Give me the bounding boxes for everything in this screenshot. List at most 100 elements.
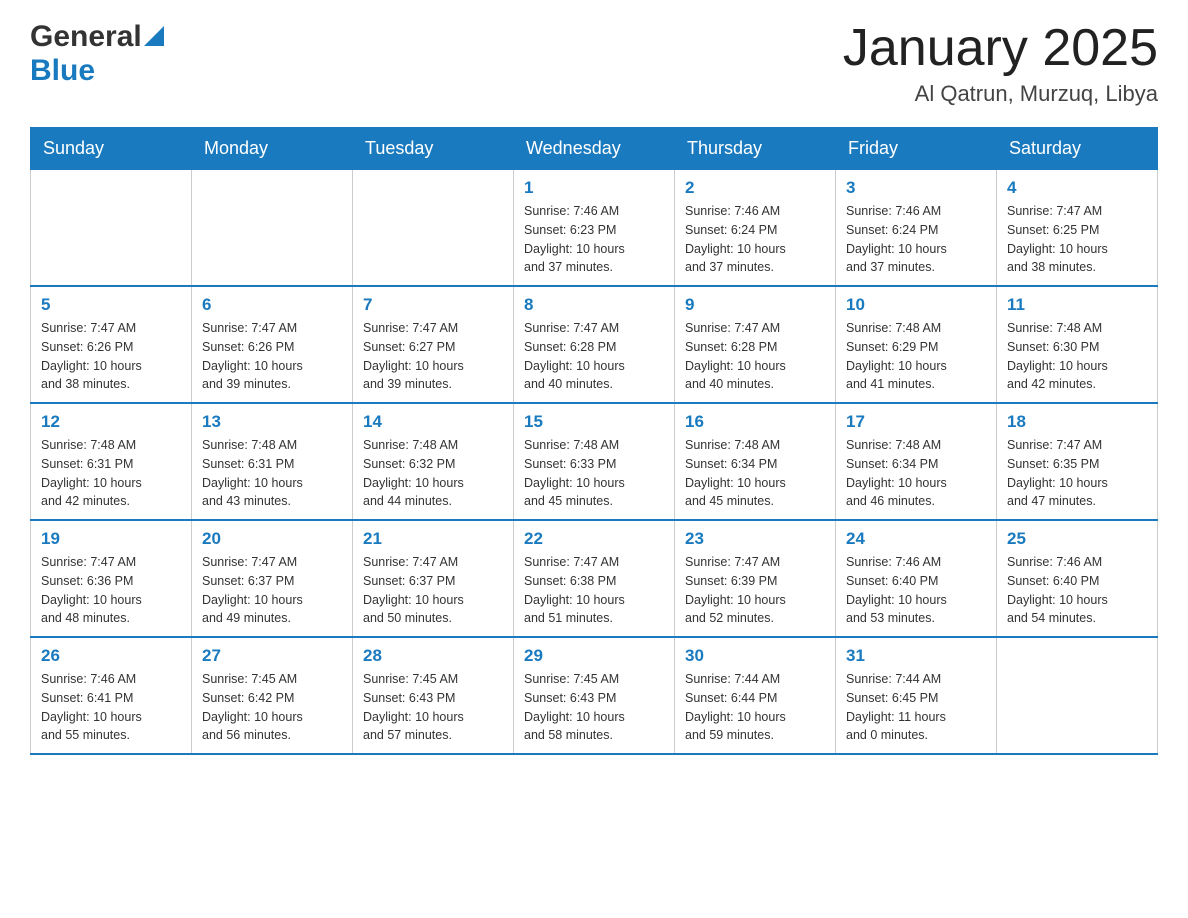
calendar-cell: 14 Sunrise: 7:48 AM Sunset: 6:32 PM Dayli… [353,403,514,520]
month-title: January 2025 [843,20,1158,77]
day-number: 31 [846,646,986,666]
calendar-cell: 11Sunrise: 7:48 AM Sunset: 6:30 PM Dayli… [997,286,1158,403]
day-info: Sunrise: 7:44 AM Sunset: 6:45 PM Dayligh… [846,670,986,745]
calendar-cell: 28 Sunrise: 7:45 AM Sunset: 6:43 PM Dayli… [353,637,514,754]
day-number: 26 [41,646,181,666]
day-header-wednesday: Wednesday [514,128,675,170]
calendar-week-3: 12 Sunrise: 7:48 AM Sunset: 6:31 PM Dayli… [31,403,1158,520]
day-header-monday: Monday [192,128,353,170]
calendar-cell [997,637,1158,754]
logo-blue-text: Blue [30,54,95,88]
day-number: 15 [524,412,664,432]
day-info: Sunrise: 7:48 AM Sunset: 6:29 PM Dayligh… [846,319,986,394]
day-number: 18 [1007,412,1147,432]
calendar-cell: 15Sunrise: 7:48 AM Sunset: 6:33 PM Dayli… [514,403,675,520]
day-number: 24 [846,529,986,549]
calendar-week-5: 26 Sunrise: 7:46 AM Sunset: 6:41 PM Dayli… [31,637,1158,754]
day-info: Sunrise: 7:46 AM Sunset: 6:40 PM Dayligh… [1007,553,1147,628]
day-number: 2 [685,178,825,198]
day-number: 22 [524,529,664,549]
day-number: 30 [685,646,825,666]
calendar-cell: 17Sunrise: 7:48 AM Sunset: 6:34 PM Dayli… [836,403,997,520]
day-number: 16 [685,412,825,432]
day-info: Sunrise: 7:47 AM Sunset: 6:26 PM Dayligh… [41,319,181,394]
calendar-cell: 8 Sunrise: 7:47 AM Sunset: 6:28 PM Daylig… [514,286,675,403]
day-header-friday: Friday [836,128,997,170]
day-number: 4 [1007,178,1147,198]
day-info: Sunrise: 7:44 AM Sunset: 6:44 PM Dayligh… [685,670,825,745]
day-info: Sunrise: 7:47 AM Sunset: 6:37 PM Dayligh… [202,553,342,628]
calendar-header: SundayMondayTuesdayWednesdayThursdayFrid… [31,128,1158,170]
day-number: 13 [202,412,342,432]
calendar-week-2: 5 Sunrise: 7:47 AM Sunset: 6:26 PM Daylig… [31,286,1158,403]
calendar-cell: 19 Sunrise: 7:47 AM Sunset: 6:36 PM Dayli… [31,520,192,637]
day-info: Sunrise: 7:46 AM Sunset: 6:24 PM Dayligh… [685,202,825,277]
day-number: 12 [41,412,181,432]
calendar-cell: 23 Sunrise: 7:47 AM Sunset: 6:39 PM Dayli… [675,520,836,637]
day-number: 1 [524,178,664,198]
day-number: 11 [1007,295,1147,315]
day-info: Sunrise: 7:47 AM Sunset: 6:35 PM Dayligh… [1007,436,1147,511]
location-title: Al Qatrun, Murzuq, Libya [843,81,1158,107]
day-number: 23 [685,529,825,549]
calendar-cell: 20Sunrise: 7:47 AM Sunset: 6:37 PM Dayli… [192,520,353,637]
calendar-cell: 27 Sunrise: 7:45 AM Sunset: 6:42 PM Dayli… [192,637,353,754]
day-info: Sunrise: 7:45 AM Sunset: 6:42 PM Dayligh… [202,670,342,745]
day-number: 29 [524,646,664,666]
day-number: 19 [41,529,181,549]
day-info: Sunrise: 7:48 AM Sunset: 6:31 PM Dayligh… [202,436,342,511]
day-header-thursday: Thursday [675,128,836,170]
title-block: January 2025 Al Qatrun, Murzuq, Libya [843,20,1158,107]
day-info: Sunrise: 7:47 AM Sunset: 6:26 PM Dayligh… [202,319,342,394]
logo: General Blue [30,20,164,88]
calendar-cell [353,170,514,287]
calendar-cell: 26 Sunrise: 7:46 AM Sunset: 6:41 PM Dayli… [31,637,192,754]
day-info: Sunrise: 7:48 AM Sunset: 6:34 PM Dayligh… [846,436,986,511]
day-info: Sunrise: 7:46 AM Sunset: 6:23 PM Dayligh… [524,202,664,277]
calendar-cell: 25Sunrise: 7:46 AM Sunset: 6:40 PM Dayli… [997,520,1158,637]
day-number: 14 [363,412,503,432]
calendar-cell: 16Sunrise: 7:48 AM Sunset: 6:34 PM Dayli… [675,403,836,520]
calendar-cell: 21 Sunrise: 7:47 AM Sunset: 6:37 PM Dayli… [353,520,514,637]
calendar-cell: 31 Sunrise: 7:44 AM Sunset: 6:45 PM Dayli… [836,637,997,754]
calendar-cell: 30 Sunrise: 7:44 AM Sunset: 6:44 PM Dayli… [675,637,836,754]
page-header: General Blue January 2025 Al Qatrun, Mur… [30,20,1158,107]
day-number: 28 [363,646,503,666]
day-info: Sunrise: 7:46 AM Sunset: 6:40 PM Dayligh… [846,553,986,628]
calendar-week-1: 1 Sunrise: 7:46 AM Sunset: 6:23 PM Daylig… [31,170,1158,287]
day-info: Sunrise: 7:46 AM Sunset: 6:41 PM Dayligh… [41,670,181,745]
day-info: Sunrise: 7:47 AM Sunset: 6:39 PM Dayligh… [685,553,825,628]
day-info: Sunrise: 7:45 AM Sunset: 6:43 PM Dayligh… [363,670,503,745]
day-info: Sunrise: 7:47 AM Sunset: 6:28 PM Dayligh… [524,319,664,394]
day-number: 5 [41,295,181,315]
day-number: 9 [685,295,825,315]
day-info: Sunrise: 7:47 AM Sunset: 6:25 PM Dayligh… [1007,202,1147,277]
day-info: Sunrise: 7:47 AM Sunset: 6:27 PM Dayligh… [363,319,503,394]
day-info: Sunrise: 7:48 AM Sunset: 6:31 PM Dayligh… [41,436,181,511]
day-info: Sunrise: 7:47 AM Sunset: 6:36 PM Dayligh… [41,553,181,628]
calendar-body: 1 Sunrise: 7:46 AM Sunset: 6:23 PM Daylig… [31,170,1158,755]
day-number: 7 [363,295,503,315]
day-info: Sunrise: 7:48 AM Sunset: 6:32 PM Dayligh… [363,436,503,511]
logo-general-text: General [30,20,142,54]
calendar-table: SundayMondayTuesdayWednesdayThursdayFrid… [30,127,1158,755]
calendar-cell: 1 Sunrise: 7:46 AM Sunset: 6:23 PM Daylig… [514,170,675,287]
day-header-sunday: Sunday [31,128,192,170]
day-info: Sunrise: 7:47 AM Sunset: 6:37 PM Dayligh… [363,553,503,628]
calendar-cell: 5 Sunrise: 7:47 AM Sunset: 6:26 PM Daylig… [31,286,192,403]
day-header-saturday: Saturday [997,128,1158,170]
day-info: Sunrise: 7:47 AM Sunset: 6:38 PM Dayligh… [524,553,664,628]
calendar-cell: 2 Sunrise: 7:46 AM Sunset: 6:24 PM Daylig… [675,170,836,287]
day-number: 6 [202,295,342,315]
day-number: 21 [363,529,503,549]
day-info: Sunrise: 7:45 AM Sunset: 6:43 PM Dayligh… [524,670,664,745]
day-number: 27 [202,646,342,666]
calendar-cell: 10 Sunrise: 7:48 AM Sunset: 6:29 PM Dayli… [836,286,997,403]
calendar-cell: 9Sunrise: 7:47 AM Sunset: 6:28 PM Daylig… [675,286,836,403]
day-number: 8 [524,295,664,315]
day-number: 10 [846,295,986,315]
logo-arrow-icon [144,26,164,46]
calendar-cell: 3Sunrise: 7:46 AM Sunset: 6:24 PM Daylig… [836,170,997,287]
day-info: Sunrise: 7:46 AM Sunset: 6:24 PM Dayligh… [846,202,986,277]
calendar-week-4: 19 Sunrise: 7:47 AM Sunset: 6:36 PM Dayli… [31,520,1158,637]
